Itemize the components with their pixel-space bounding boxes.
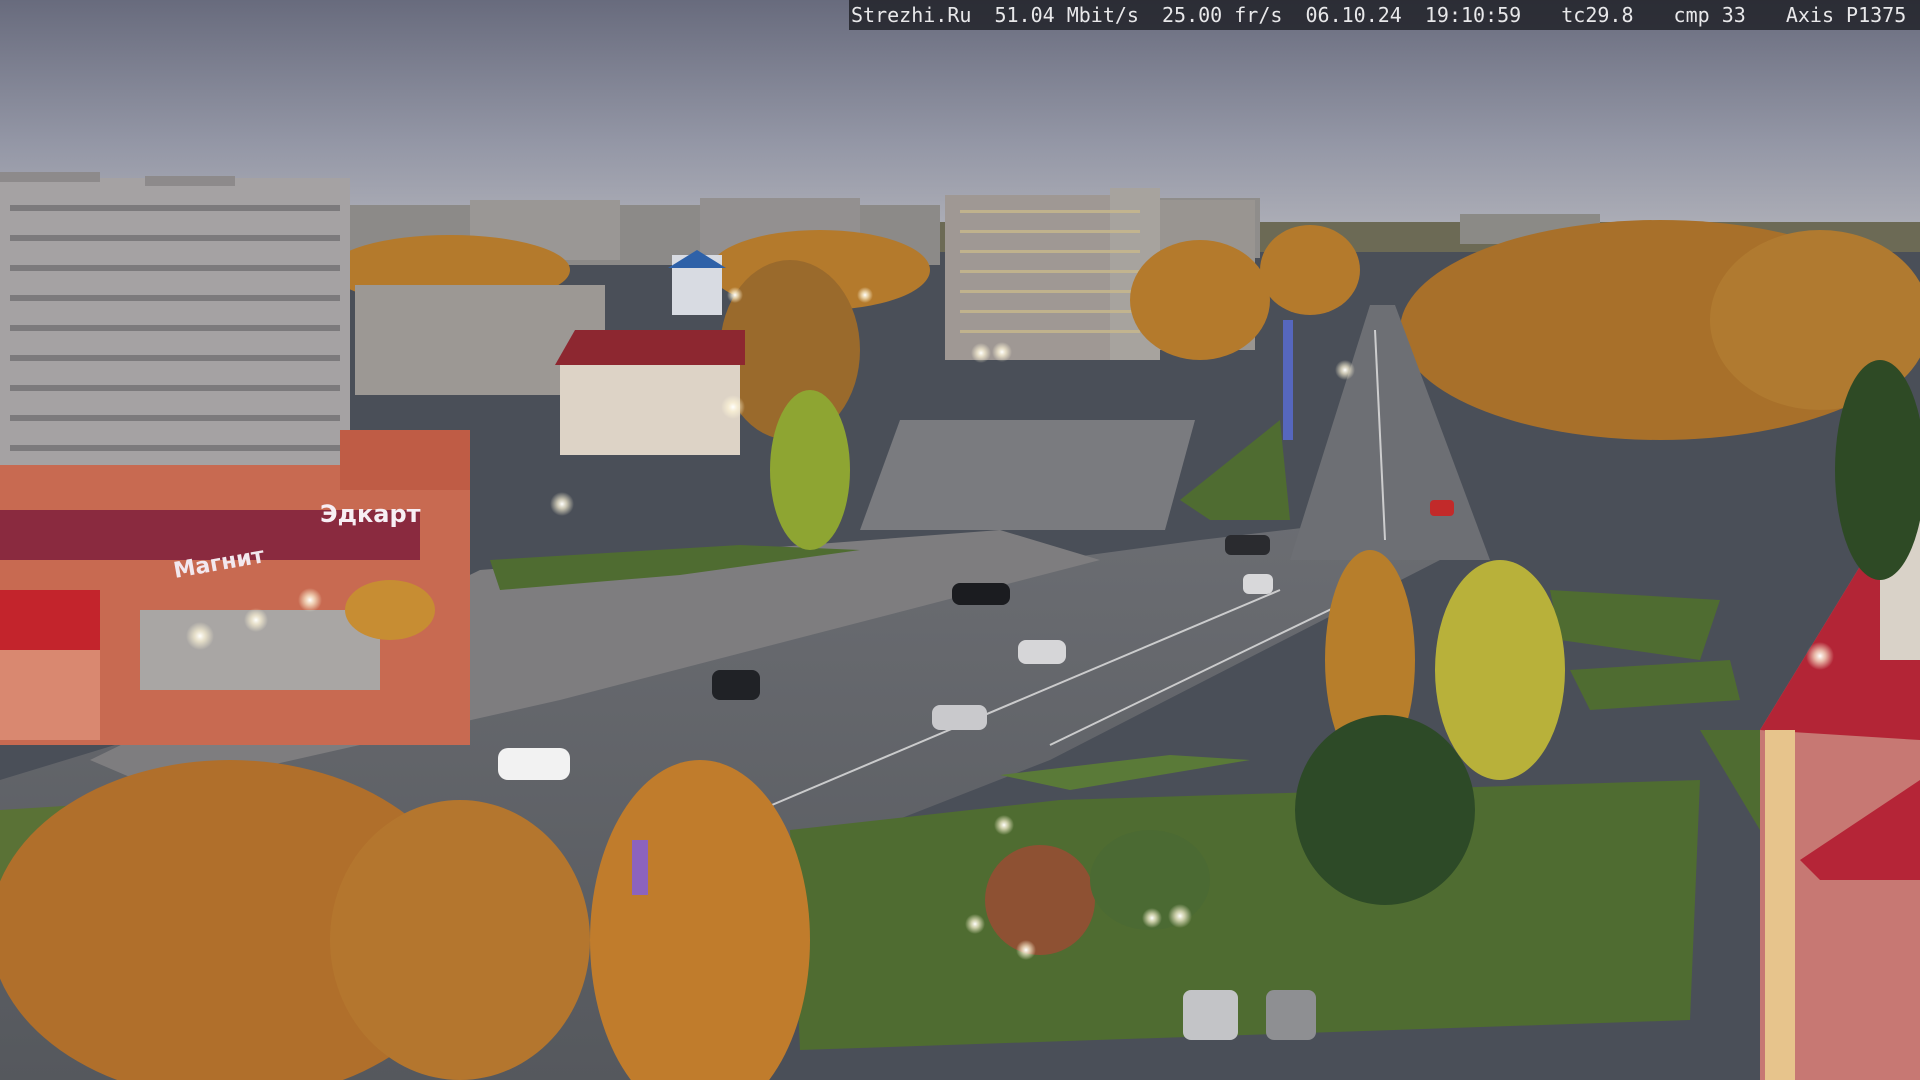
overlay-bitrate: 51.04 Mbit/s (994, 3, 1139, 27)
overlay-tc: tc29.8 (1561, 3, 1634, 27)
overlay-camera: Axis P1375 (1785, 3, 1907, 27)
webcam-frame: Магнит Эдкарт Strezhi.Ru 51.04 Mbit/s 25… (0, 0, 1920, 1080)
overlay-cmp: cmp 33 (1673, 3, 1746, 27)
festive-lights-2 (632, 840, 648, 895)
festive-lights (1283, 320, 1293, 440)
plaza (860, 420, 1195, 530)
overlay-time: 19:10:59 (1424, 3, 1522, 27)
overlay-fps: 25.00 fr/s (1162, 3, 1283, 27)
camera-overlay-bar: Strezhi.Ru 51.04 Mbit/s 25.00 fr/s 06.10… (849, 0, 1920, 30)
city-scene: Магнит Эдкарт (0, 0, 1920, 1080)
overlay-site: Strezhi.Ru (851, 3, 972, 27)
overlay-date: 06.10.24 (1305, 3, 1402, 27)
red-roof-building (555, 330, 745, 455)
store-sign-right: Эдкарт (320, 500, 421, 528)
